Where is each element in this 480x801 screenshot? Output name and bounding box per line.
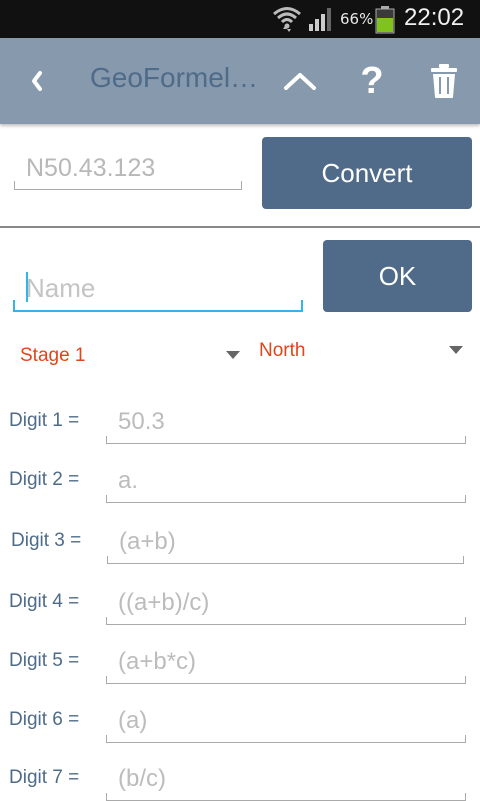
input-edge [14,181,15,190]
input-edge [465,735,466,743]
digit-row-3: Digit 3 = [0,520,480,564]
input-edge [465,495,466,503]
clock: 22:02 [404,4,465,31]
dropdown-arrow-icon [226,351,240,359]
digit-label: Digit 7 = [9,767,80,788]
input-edge [106,436,107,444]
digit-label: Digit 2 = [9,469,80,490]
battery-icon [375,6,395,34]
digit-7-input[interactable] [106,757,466,801]
input-edge [463,556,464,564]
input-edge [13,300,15,312]
digit-4-input[interactable] [106,581,466,625]
name-input[interactable] [14,266,303,312]
input-edge [301,300,303,312]
input-edge [465,617,466,625]
text-caret [26,272,28,302]
app-title: GeoFormelRechner [90,62,265,93]
digit-6-input[interactable] [106,699,466,743]
digit-label: Digit 5 = [9,650,80,671]
wifi-icon [273,7,301,32]
stage-spinner-value: Stage 1 [20,345,86,366]
battery-percent: 66% [340,10,374,28]
ok-button[interactable]: OK [323,240,472,312]
digit-row-2: Digit 2 = [0,459,480,503]
digit-row-7: Digit 7 = [0,757,480,801]
digit-label: Digit 3 = [11,530,82,551]
convert-button[interactable]: Convert [262,137,472,209]
input-edge [241,181,242,190]
signal-icon [309,8,331,31]
collapse-button[interactable] [275,56,325,106]
chevron-up-icon [284,73,316,90]
digit-label: Digit 1 = [9,410,80,431]
delete-button[interactable] [419,56,469,106]
digit-row-6: Digit 6 = [0,699,480,743]
trash-icon [431,64,457,98]
input-edge [107,556,108,564]
digit-row-4: Digit 4 = [0,581,480,625]
input-edge [106,617,107,625]
input-edge [465,436,466,444]
status-bar: 66% 22:02 [0,0,480,38]
help-icon: ? [360,59,384,102]
digit-row-5: Digit 5 = [0,640,480,684]
back-chevron-icon[interactable] [26,64,46,98]
digit-1-input[interactable] [106,400,466,444]
dropdown-arrow-icon [449,346,463,354]
digit-label: Digit 6 = [9,709,80,730]
input-edge [106,495,107,503]
digit-label: Digit 4 = [9,591,80,612]
digit-2-input[interactable] [106,459,466,503]
action-bar: GeoFormelRechner ? [0,38,480,124]
input-edge [465,676,466,684]
direction-spinner[interactable]: North [259,334,469,368]
help-button[interactable]: ? [347,56,397,106]
stage-spinner[interactable]: Stage 1 [20,339,246,373]
section-divider [0,226,480,228]
input-edge [106,735,107,743]
direction-spinner-value: North [259,340,306,361]
digit-row-1: Digit 1 = [0,400,480,444]
coordinate-input[interactable] [14,148,242,190]
input-edge [106,676,107,684]
digit-5-input[interactable] [106,640,466,684]
digit-3-input[interactable] [107,520,464,564]
